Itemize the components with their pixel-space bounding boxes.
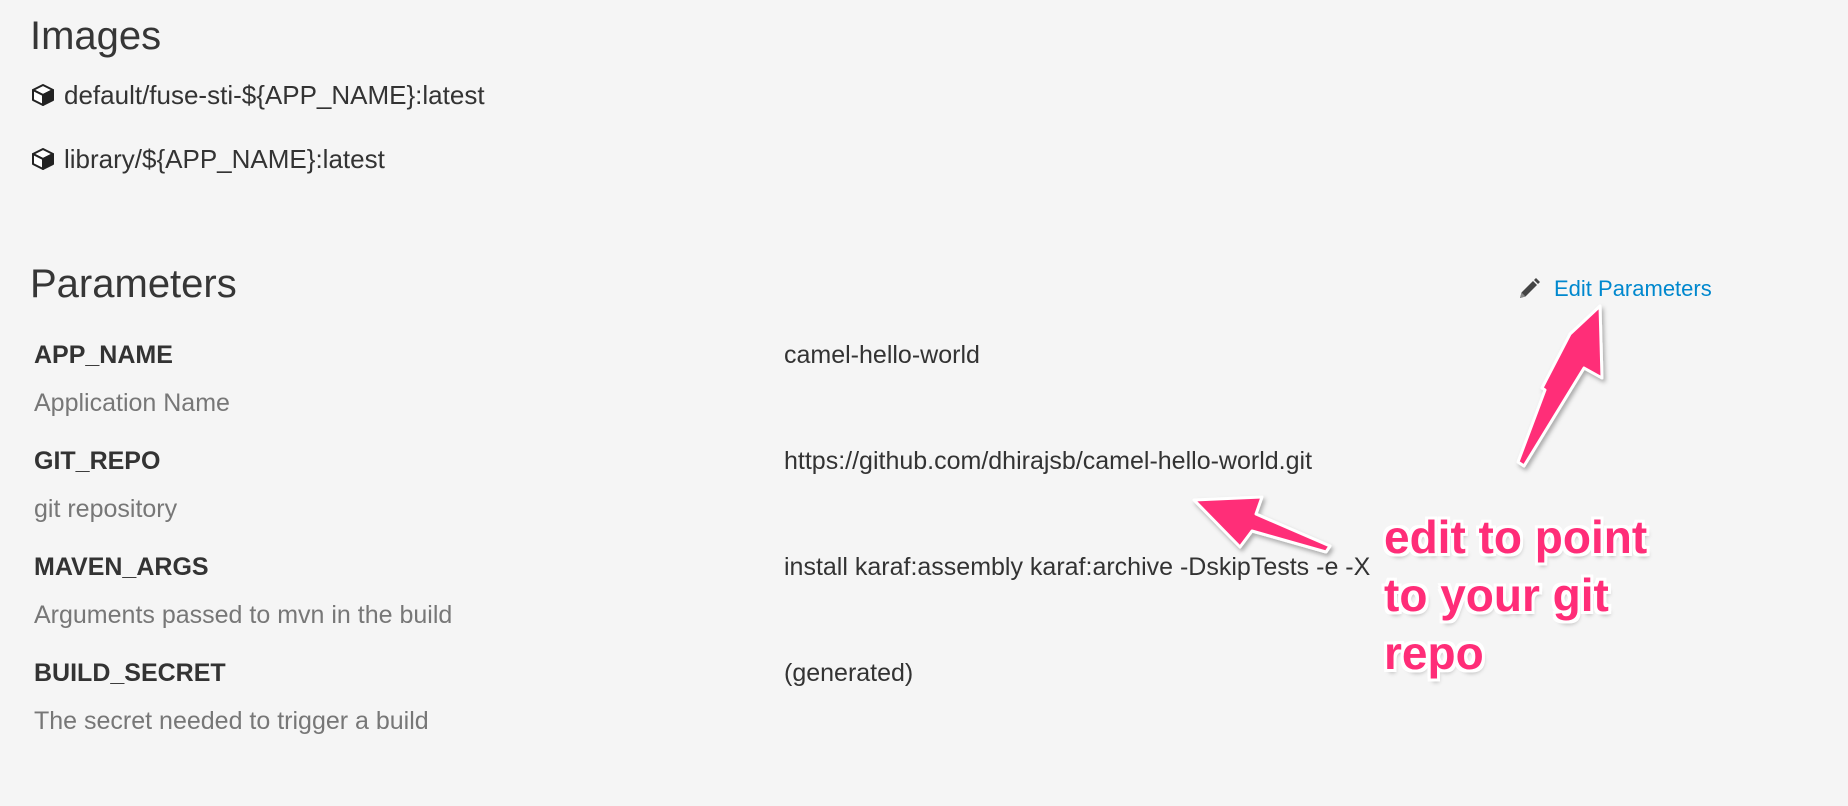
parameters-section-title: Parameters [30, 262, 237, 306]
param-description: Arguments passed to mvn in the build [34, 601, 453, 629]
image-item-label: library/${APP_NAME}:latest [64, 143, 385, 174]
param-name: BUILD_SECRET [34, 659, 226, 687]
annotation-arrows [1192, 304, 1604, 554]
images-section-title: Images [30, 14, 162, 58]
edit-parameters-label[interactable]: Edit Parameters [1554, 276, 1712, 302]
pencil-icon [1516, 276, 1542, 302]
cube-icon [30, 146, 56, 172]
arrow-to-git-repo [1192, 495, 1332, 554]
param-description: The secret needed to trigger a build [34, 707, 429, 735]
param-name: GIT_REPO [34, 447, 161, 475]
param-name: APP_NAME [34, 341, 173, 369]
cube-icon [30, 82, 56, 108]
param-description: git repository [34, 495, 178, 523]
param-name: MAVEN_ARGS [34, 553, 209, 581]
annotation-line: repo [1384, 627, 1484, 679]
annotation-callout: edit to point to your git repo [1384, 508, 1714, 682]
image-item: default/fuse-sti-${APP_NAME}:latest [30, 78, 485, 112]
param-value: https://github.com/dhirajsb/camel-hello-… [784, 447, 1313, 475]
param-description: Application Name [34, 389, 230, 417]
param-value: (generated) [784, 659, 914, 687]
image-item: library/${APP_NAME}:latest [30, 142, 385, 176]
edit-parameters-link[interactable]: Edit Parameters [1516, 272, 1712, 306]
param-value: install karaf:assembly karaf:archive -Ds… [784, 553, 1371, 581]
param-value: camel-hello-world [784, 341, 980, 369]
image-item-label: default/fuse-sti-${APP_NAME}:latest [64, 79, 485, 110]
arrow-to-edit-parameters [1516, 304, 1604, 468]
annotation-line: edit to point [1384, 511, 1648, 563]
annotation-line: to your git [1384, 569, 1609, 621]
